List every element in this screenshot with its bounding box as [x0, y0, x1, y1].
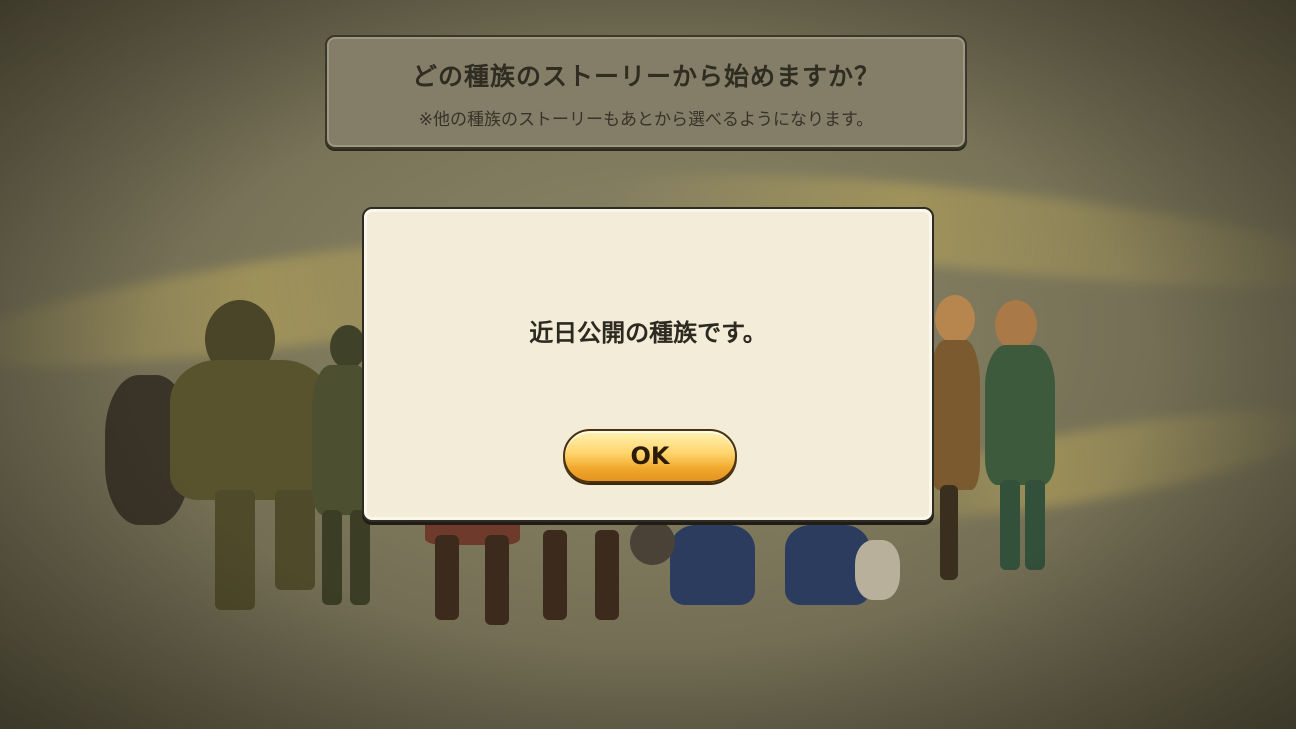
ok-button[interactable]: OK — [563, 429, 737, 483]
dialog-message: 近日公開の種族です。 — [529, 319, 767, 347]
coming-soon-dialog: 近日公開の種族です。 OK — [362, 207, 934, 522]
question-title: どの種族のストーリーから始めますか？ — [411, 62, 880, 91]
ok-button-label: OK — [630, 442, 670, 470]
question-note: ※他の種族のストーリーもあとから選べるようになります。 — [418, 110, 874, 130]
question-panel: どの種族のストーリーから始めますか？ ※他の種族のストーリーもあとから選べるよう… — [325, 35, 967, 149]
